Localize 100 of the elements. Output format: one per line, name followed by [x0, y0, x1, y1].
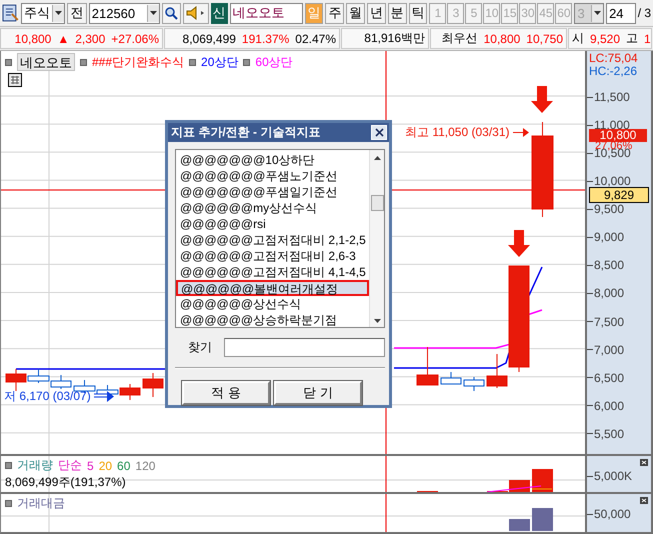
- trade-amount: 81,916백만: [364, 30, 425, 47]
- scroll-up-icon[interactable]: [374, 156, 380, 160]
- best-quote-label: 최우선: [442, 30, 478, 47]
- period-tab[interactable]: 분: [388, 2, 407, 24]
- dialog-title: 지표 추가/전환 - 기술적지표: [171, 124, 320, 141]
- amount-bars-drawing: [509, 508, 553, 531]
- legend-marker-icon: [243, 58, 250, 66]
- last-price-tag: 10,800: [589, 129, 647, 142]
- dropdown-button[interactable]: [52, 4, 64, 22]
- close-button[interactable]: [371, 124, 387, 140]
- axis-tick-label: 11,000: [587, 119, 630, 132]
- volume-title: 거래량: [17, 457, 53, 474]
- period-tab[interactable]: 틱: [408, 2, 428, 24]
- dropdown-button[interactable]: [146, 4, 159, 22]
- candlestick: [50, 374, 72, 390]
- speaker-icon: [186, 6, 206, 20]
- axis-tick-label: 50,000: [587, 508, 631, 520]
- volume: 8,069,499: [182, 32, 236, 46]
- axis-tick-label: 8,000: [587, 287, 624, 300]
- best-bid: 10,750: [526, 32, 563, 46]
- axis-tick-label: 10,000: [587, 175, 631, 188]
- dialog-button[interactable]: 적 용: [182, 381, 270, 405]
- search-button[interactable]: [162, 2, 181, 24]
- close-icon: [374, 128, 384, 137]
- code-field[interactable]: 212560: [88, 2, 160, 24]
- period-tab[interactable]: 월: [346, 2, 365, 24]
- legend-button[interactable]: 네오오토: [17, 53, 75, 71]
- open-label: 시: [572, 30, 584, 47]
- axis-tick-label: 11,500: [587, 91, 630, 103]
- right-arrow-icon: [512, 128, 529, 137]
- hc-value: HC:-2,26: [589, 65, 638, 78]
- axis-tick-label: 8,500: [587, 259, 624, 272]
- legend-marker-icon: [80, 58, 87, 66]
- ma-period-label: 60: [117, 458, 130, 472]
- candlestick: [120, 384, 140, 400]
- axis-tick-label: 5,000K: [587, 470, 632, 482]
- axis-tick-label: 7,500: [587, 316, 624, 328]
- caret-icon: [54, 11, 62, 15]
- candlestick: [464, 376, 484, 392]
- candlestick: [440, 372, 462, 384]
- price-change: 2,300: [75, 32, 106, 46]
- prev-button[interactable]: 전: [66, 2, 87, 24]
- page-count: / 3: [638, 6, 652, 20]
- legend-marker-icon: [5, 462, 12, 469]
- down-arrow-icon: [531, 86, 553, 113]
- best-ask: 10,800: [484, 32, 520, 46]
- axis-tick-label: 7,000: [587, 344, 624, 356]
- current-price: 10,800: [14, 32, 52, 46]
- ma-period-label: 120: [135, 458, 156, 472]
- count-field[interactable]: 24: [606, 2, 636, 24]
- scrollbar-thumb[interactable]: [371, 194, 384, 211]
- indicator-item[interactable]: @@@@@@볼밴여러개설정: [176, 280, 369, 296]
- search-field[interactable]: [224, 338, 385, 357]
- high-price-note: 최고 11,050 (03/31): [405, 124, 510, 141]
- legend-marker-icon: [5, 58, 12, 66]
- legend-marker-icon: [5, 500, 12, 507]
- legend-marker-icon: [189, 58, 196, 66]
- volume-reading: 8,069,499주(191,37%): [5, 474, 127, 491]
- right-arrow-icon: [94, 391, 114, 402]
- period-tab[interactable]: 주: [325, 2, 344, 24]
- ma-type-label: 단순: [58, 457, 82, 474]
- legend-label[interactable]: ###단기완화수식: [92, 54, 184, 70]
- document-icon[interactable]: [2, 4, 19, 22]
- stock-name-field[interactable]: 네오오토: [230, 2, 303, 24]
- change-percent: +27.06%: [111, 32, 159, 46]
- up-triangle-icon: ▲: [57, 32, 70, 46]
- axis-tick-label: 6,500: [587, 372, 624, 384]
- axis-tick-label: 9,000: [587, 231, 624, 244]
- scroll-down-icon[interactable]: [374, 319, 380, 323]
- search-icon: [164, 6, 178, 20]
- axis-tick-label: 9,500: [587, 203, 624, 216]
- period-tab[interactable]: 년: [367, 2, 386, 24]
- ma-period-label: 5: [87, 458, 94, 472]
- high-label: 고: [626, 30, 638, 47]
- high-price: 1: [644, 32, 651, 46]
- scrollbar[interactable]: [369, 150, 384, 327]
- ma-period-label: 20: [98, 458, 112, 472]
- turnover: 02.47%: [295, 32, 336, 46]
- table-icon[interactable]: [8, 73, 22, 87]
- dialog-button[interactable]: 닫 기: [274, 381, 362, 405]
- search-label: 찾기: [188, 339, 212, 356]
- close-icon[interactable]: [640, 459, 648, 466]
- open-price: 9,520: [590, 32, 620, 46]
- candlestick: [416, 346, 438, 386]
- caret-icon: [594, 11, 602, 15]
- market-select[interactable]: 주식: [20, 2, 65, 24]
- axis-tick-label: 5,500: [587, 428, 624, 440]
- new-badge: 신: [210, 2, 228, 24]
- volume-ratio: 191.37%: [242, 32, 290, 46]
- down-arrow-icon: [508, 230, 530, 257]
- low-price-note: 저 6,170 (03/07): [4, 388, 91, 405]
- cursor-price-tag: 9,829: [589, 187, 649, 203]
- amount-title: 거래대금: [17, 495, 65, 512]
- close-icon[interactable]: [640, 497, 648, 504]
- caret-icon: [150, 11, 157, 15]
- speaker-button[interactable]: [182, 2, 209, 24]
- lc-value: LC:75,04: [589, 52, 638, 65]
- legend-label[interactable]: 20상단: [201, 54, 238, 70]
- candlestick: [142, 372, 164, 398]
- axis-tick-label: 6,000: [587, 400, 624, 412]
